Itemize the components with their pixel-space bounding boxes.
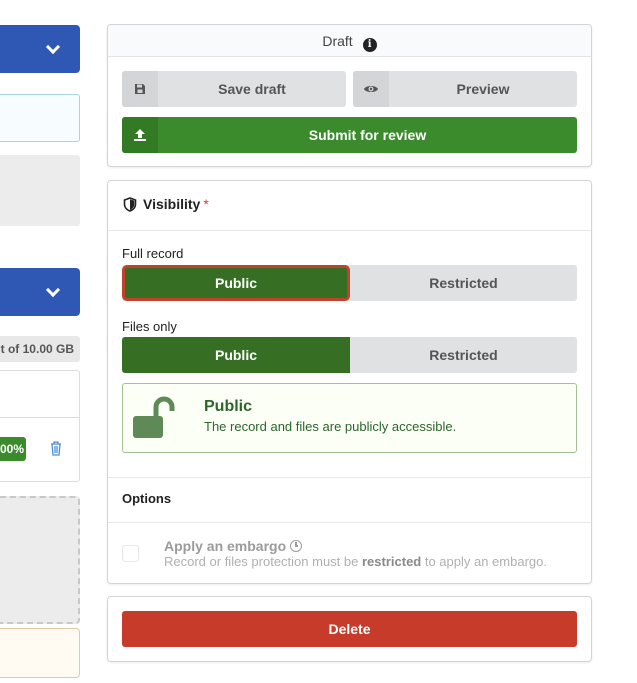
visibility-title: Visibility — [143, 196, 201, 212]
files-table-header: s — [0, 371, 79, 418]
message-title: Public — [204, 398, 253, 415]
options-heading: Options — [122, 491, 172, 506]
file-dropzone[interactable] — [0, 496, 80, 624]
embargo-label-text: Apply an embargo — [164, 538, 287, 554]
embargo-checkbox[interactable] — [122, 545, 139, 562]
dropdown-button-top[interactable] — [0, 25, 80, 73]
deposit-status-card: Draft i Save draft Preview Submit for rev… — [107, 24, 592, 167]
message-description: The record and files are publicly access… — [204, 419, 457, 434]
required-indicator: * — [203, 196, 209, 212]
embargo-description: Record or files protection must be restr… — [164, 554, 547, 569]
full-record-public-button[interactable]: Public — [122, 265, 350, 301]
visibility-message: Public The record and files are publicly… — [122, 383, 577, 453]
dropdown-button-files[interactable] — [0, 268, 80, 316]
preview-label: Preview — [456, 81, 510, 97]
visibility-card: Visibility * Full record Public Restricte… — [107, 180, 592, 584]
full-record-restricted-button[interactable]: Restricted — [350, 265, 577, 301]
delete-button[interactable]: Delete — [122, 611, 577, 647]
clock-icon — [290, 540, 303, 552]
storage-quota-label: t of 10.00 GB — [0, 336, 80, 362]
files-restricted-button[interactable]: Restricted — [350, 337, 577, 373]
left-column: t of 10.00 GB s 00% — [0, 0, 80, 683]
files-table: s — [0, 370, 80, 482]
shield-icon — [123, 197, 137, 212]
trash-icon[interactable] — [49, 440, 63, 456]
info-circle-icon[interactable]: i — [362, 38, 377, 52]
delete-card: Delete — [107, 596, 592, 662]
files-only-label: Files only — [122, 319, 177, 334]
status-label: Draft — [322, 33, 353, 49]
save-draft-label: Save draft — [218, 81, 286, 97]
textarea-field[interactable] — [0, 155, 80, 226]
full-record-label: Full record — [122, 246, 184, 261]
warning-message — [0, 628, 80, 678]
divider — [108, 522, 591, 523]
chevron-down-icon — [45, 39, 61, 55]
files-public-button[interactable]: Public — [122, 337, 350, 373]
status-header: Draft i — [108, 25, 591, 57]
files-only-toggle: Public Restricted — [122, 337, 577, 373]
submit-for-review-button[interactable]: Submit for review — [122, 117, 577, 153]
chevron-down-icon — [45, 282, 61, 298]
save-draft-button[interactable]: Save draft — [122, 71, 346, 107]
visibility-header: Visibility * — [108, 181, 591, 231]
unlock-icon — [133, 396, 175, 438]
upload-progress-badge: 00% — [0, 437, 26, 461]
embargo-label: Apply an embargo — [164, 538, 303, 554]
text-input[interactable] — [0, 94, 80, 142]
upload-icon — [122, 117, 158, 153]
delete-label: Delete — [328, 621, 371, 637]
save-icon — [122, 71, 158, 107]
eye-icon — [353, 71, 389, 107]
submit-label: Submit for review — [308, 127, 427, 143]
preview-button[interactable]: Preview — [353, 71, 577, 107]
divider — [108, 477, 591, 478]
full-record-toggle: Public Restricted — [122, 265, 577, 301]
